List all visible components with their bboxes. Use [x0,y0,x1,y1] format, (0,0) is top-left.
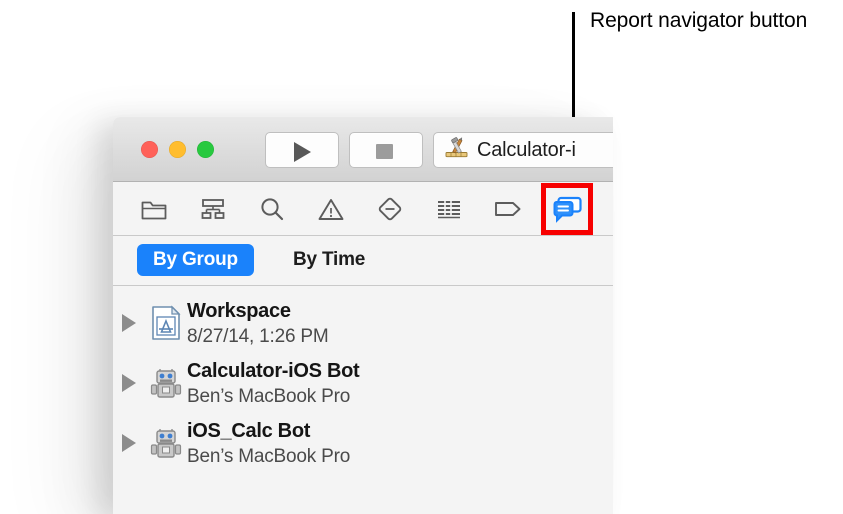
play-triangle-icon [294,142,311,162]
list-item-title: Workspace [187,300,291,322]
disclosure-triangle-icon[interactable] [122,314,136,332]
maximize-button[interactable] [197,141,214,158]
project-navigator-icon[interactable] [137,192,171,226]
list-item-subtitle: 8/27/14, 1:26 PM [187,326,329,347]
list-item-title: iOS_Calc Bot [187,420,311,442]
stop-square-icon [376,144,393,159]
segment-by-group[interactable]: By Group [137,244,254,276]
disclosure-triangle-icon[interactable] [122,434,136,452]
list-item-text: iOS_Calc Bot Ben’s MacBook Pro [187,419,350,469]
debug-navigator-icon[interactable] [432,192,466,226]
stop-button[interactable] [349,132,423,168]
list-item[interactable]: Calculator-iOS Bot Ben’s MacBook Pro [113,354,613,414]
list-item-subtitle: Ben’s MacBook Pro [187,446,351,467]
list-item[interactable]: iOS_Calc Bot Ben’s MacBook Pro [113,414,613,474]
workspace-document-icon [152,305,181,340]
window-titlebar: Calculator-i [113,117,613,182]
find-navigator-icon[interactable] [255,192,289,226]
navigator-selector-bar [113,182,613,236]
disclosure-triangle-icon[interactable] [122,374,136,392]
list-item-text: Workspace 8/27/14, 1:26 PM [187,299,329,349]
test-navigator-icon[interactable] [373,192,407,226]
segment-by-time[interactable]: By Time [293,244,365,276]
report-navigator-list: Workspace 8/27/14, 1:26 PM Calculator-iO… [113,286,613,514]
close-button[interactable] [141,141,158,158]
breakpoint-navigator-icon[interactable] [491,192,525,226]
xcode-window: Calculator-i By Group By Time Workspace … [113,117,613,514]
scheme-breadcrumb-bar[interactable]: Calculator-i [433,132,613,168]
run-button[interactable] [265,132,339,168]
symbol-navigator-icon[interactable] [196,192,230,226]
bot-robot-icon [150,369,182,398]
scheme-title: Calculator-i [477,138,576,161]
list-item-title: Calculator-iOS Bot [187,360,360,382]
report-filter-bar: By Group By Time [113,236,613,286]
bot-robot-icon [150,429,182,458]
minimize-button[interactable] [169,141,186,158]
list-item-subtitle: Ben’s MacBook Pro [187,386,351,407]
issue-navigator-icon[interactable] [314,192,348,226]
list-item[interactable]: Workspace 8/27/14, 1:26 PM [113,294,613,354]
report-navigator-highlight-box [541,183,593,235]
callout-label: Report navigator button [590,9,808,32]
list-item-text: Calculator-iOS Bot Ben’s MacBook Pro [187,359,360,409]
xcode-hammer-ruler-icon [445,137,468,158]
